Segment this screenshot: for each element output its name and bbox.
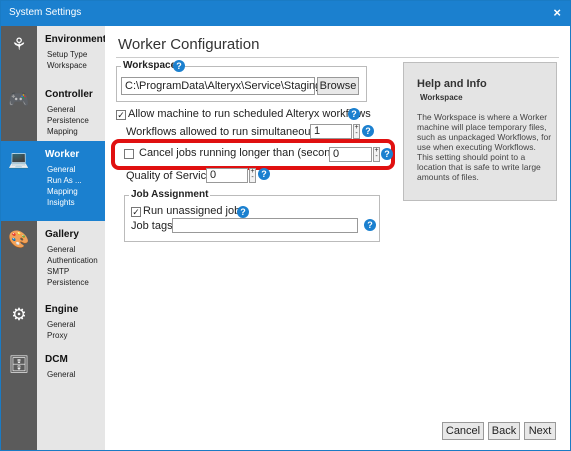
- cancel-jobs-help-icon[interactable]: ?: [381, 148, 393, 160]
- back-button[interactable]: Back: [488, 422, 520, 440]
- job-assignment-legend: Job Assignment: [129, 189, 211, 200]
- page-title: Worker Configuration: [118, 36, 260, 53]
- workspace-path-input[interactable]: C:\ProgramData\Alteryx\Service\Staging: [121, 77, 321, 95]
- sidebar-item[interactable]: Mapping: [47, 186, 78, 197]
- help-subtitle: Workspace: [420, 93, 463, 102]
- close-icon[interactable]: ×: [553, 5, 561, 20]
- unassigned-help-icon[interactable]: ?: [237, 206, 249, 218]
- unassigned-jobs-label: Run unassigned jobs: [143, 205, 246, 217]
- workspace-legend: Workspace: [121, 60, 179, 71]
- simultaneous-help-icon[interactable]: ?: [362, 125, 374, 137]
- cancel-jobs-input[interactable]: 0: [329, 147, 372, 162]
- quality-help-icon[interactable]: ?: [258, 168, 270, 180]
- cancel-jobs-checkbox[interactable]: [124, 149, 134, 159]
- simultaneous-label: Workflows allowed to run simultaneously:: [126, 126, 327, 138]
- next-button[interactable]: Next: [524, 422, 556, 440]
- system-settings-window: System Settings × ⚘ Environment Setup Type…: [0, 0, 571, 451]
- stepper-down[interactable]: -: [375, 153, 377, 160]
- sidebar-item[interactable]: Persistence: [47, 277, 89, 288]
- title-bar: System Settings ×: [1, 1, 570, 26]
- sidebar-item[interactable]: SMTP: [47, 266, 69, 277]
- cancel-jobs-stepper[interactable]: + -: [373, 147, 380, 162]
- browse-button[interactable]: Browse: [317, 77, 359, 95]
- sidebar-item[interactable]: General: [47, 319, 75, 330]
- sidebar-item[interactable]: Authentication: [47, 255, 98, 266]
- unassigned-jobs-checkbox[interactable]: ✓: [131, 207, 141, 217]
- help-panel: Help and Info Workspace The Workspace is…: [403, 62, 557, 201]
- palette-icon: 🎨: [8, 230, 30, 249]
- job-tags-input[interactable]: [172, 218, 358, 233]
- title-divider: [116, 57, 559, 58]
- sidebar-item[interactable]: Run As ...: [47, 175, 82, 186]
- sidebar-heading[interactable]: Worker: [45, 149, 79, 160]
- quality-stepper[interactable]: + -: [249, 168, 256, 183]
- quality-input[interactable]: 0: [206, 168, 248, 183]
- simultaneous-stepper[interactable]: + -: [353, 124, 360, 139]
- sidebar-heading[interactable]: Environment: [45, 34, 106, 45]
- help-body: The Workspace is where a Worker machine …: [417, 112, 552, 182]
- sidebar-item[interactable]: General: [47, 369, 75, 380]
- engine-icon: ⚙: [11, 305, 27, 324]
- allow-workflows-help-icon[interactable]: ?: [348, 108, 360, 120]
- sidebar-heading[interactable]: DCM: [45, 354, 68, 365]
- allow-workflows-label: Allow machine to run scheduled Alteryx w…: [128, 108, 371, 120]
- sidebar-heading[interactable]: Engine: [45, 304, 78, 315]
- gamepad-icon: 🎮: [8, 90, 30, 109]
- sidebar-item[interactable]: Workspace: [47, 60, 87, 71]
- sidebar-item[interactable]: General: [47, 244, 75, 255]
- sidebar-item[interactable]: Persistence: [47, 115, 89, 126]
- stepper-down[interactable]: -: [251, 174, 253, 181]
- sidebar-heading[interactable]: Controller: [45, 89, 93, 100]
- stepper-down[interactable]: -: [355, 130, 357, 137]
- sidebar-item[interactable]: General: [47, 164, 75, 175]
- sidebar-item[interactable]: Insights: [47, 197, 75, 208]
- sidebar-item[interactable]: Mapping: [47, 126, 78, 137]
- cancel-button[interactable]: Cancel: [442, 422, 484, 440]
- help-title: Help and Info: [417, 78, 487, 90]
- job-tags-label: Job tags: [131, 220, 173, 232]
- sidebar-item[interactable]: Proxy: [47, 330, 67, 341]
- sidebar-heading[interactable]: Gallery: [45, 229, 79, 240]
- simultaneous-input[interactable]: 1: [310, 124, 352, 139]
- database-icon: 🗄: [8, 355, 30, 374]
- window-title: System Settings: [9, 7, 82, 18]
- sidebar-item[interactable]: Setup Type: [47, 49, 87, 60]
- workspace-help-icon[interactable]: ?: [173, 60, 185, 72]
- allow-workflows-checkbox[interactable]: ✓: [116, 110, 126, 120]
- main-panel: Worker Configuration Workspace ? C:\Prog…: [105, 26, 570, 450]
- job-tags-help-icon[interactable]: ?: [364, 219, 376, 231]
- leaf-icon: ⚘: [11, 35, 27, 54]
- monitor-icon: 💻: [8, 150, 30, 169]
- sidebar-item[interactable]: General: [47, 104, 75, 115]
- quality-label: Quality of Service: [126, 170, 213, 182]
- cancel-jobs-label: Cancel jobs running longer than (seconds…: [139, 147, 346, 159]
